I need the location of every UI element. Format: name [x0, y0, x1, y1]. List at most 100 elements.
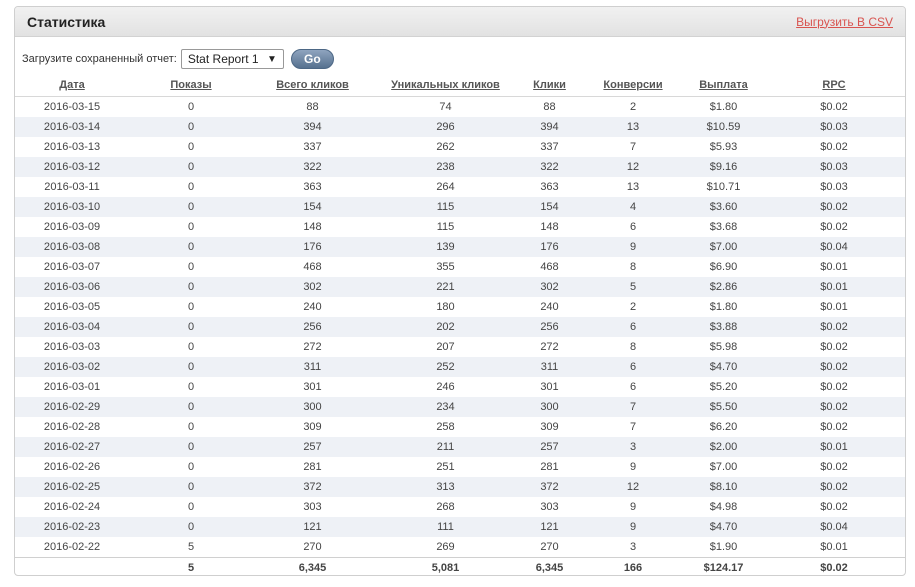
table-row: 2016-02-23 0 121 111 121 9 $4.70 $0.04: [15, 517, 905, 537]
table-cell: 0: [129, 437, 253, 457]
table-cell: $6.90: [709, 261, 738, 273]
table-cell: $0.02: [820, 221, 848, 233]
table-cell: $6.20: [709, 421, 738, 433]
table-cell: $5.93: [709, 141, 738, 153]
table-cell: 309: [303, 421, 322, 433]
table-cell: 7: [629, 421, 637, 433]
table-cell: 0: [187, 381, 195, 393]
table-cell: 8: [629, 261, 637, 273]
table-cell: 251: [436, 461, 455, 473]
statistics-panel: Статистика Выгрузить В CSV Загрузите сох…: [14, 6, 906, 576]
table-cell: 238: [372, 157, 519, 177]
table-cell: 313: [372, 477, 519, 497]
table-cell: 0: [187, 461, 195, 473]
table-cell: 337: [303, 141, 322, 153]
table-cell: 252: [372, 357, 519, 377]
table-cell: 0: [129, 197, 253, 217]
table-cell: 176: [519, 237, 580, 257]
column-header-unique-clicks[interactable]: Уникальных кликов: [372, 74, 519, 97]
table-cell: 0: [187, 101, 195, 113]
table-cell: 240: [540, 301, 559, 313]
table-cell: 0: [187, 261, 195, 273]
export-csv-link[interactable]: Выгрузить В CSV: [796, 15, 893, 29]
table-cell: 0: [187, 341, 195, 353]
go-button[interactable]: Go: [290, 49, 334, 69]
table-cell: $5.98: [709, 341, 738, 353]
table-cell: 2: [629, 101, 637, 113]
table-cell: 269: [436, 541, 455, 553]
report-toolbar: Загрузите сохраненный отчет: Stat Report…: [15, 44, 905, 74]
table-row: 2016-02-28 0 309 258 309 7 $6.20 $0.02: [15, 417, 905, 437]
table-cell: 270: [303, 541, 322, 553]
table-cell: 6: [580, 357, 686, 377]
table-cell: 5: [187, 541, 195, 553]
table-cell: 0: [129, 117, 253, 137]
table-cell: 115: [436, 221, 455, 233]
table-row: 2016-03-10 0 154 115 154 4 $3.60 $0.02: [15, 197, 905, 217]
table-cell: $1.80: [709, 301, 738, 313]
table-cell: 355: [436, 261, 455, 273]
table-cell: 139: [372, 237, 519, 257]
table-cell: $1.90: [709, 541, 738, 553]
table-cell: 88: [543, 101, 556, 113]
column-header-total-clicks[interactable]: Всего кликов: [253, 74, 372, 97]
column-header-clicks[interactable]: Клики: [519, 74, 580, 97]
table-cell: $0.02: [761, 317, 905, 337]
table-cell: 2016-02-25: [15, 477, 129, 497]
table-cell: $0.03: [820, 181, 848, 193]
table-cell: $0.02: [761, 477, 905, 497]
table-cell: 2016-03-04: [15, 317, 129, 337]
table-cell: 2016-02-28: [43, 421, 101, 433]
table-cell: 154: [519, 197, 580, 217]
table-cell: 300: [253, 397, 372, 417]
table-row: 2016-03-15 0 88 74 88 2 $1.80 $0.02: [15, 97, 905, 118]
table-cell: 2016-02-26: [43, 461, 101, 473]
table-cell: $0.01: [761, 437, 905, 457]
table-cell: 207: [436, 341, 455, 353]
table-cell: 3: [629, 541, 637, 553]
table-cell: 2016-03-13: [43, 141, 101, 153]
table-row: 2016-03-03 0 272 207 272 8 $5.98 $0.02: [15, 337, 905, 357]
table-cell: 2016-03-02: [15, 357, 129, 377]
table-cell: $7.00: [686, 237, 761, 257]
table-cell: 9: [629, 501, 637, 513]
table-cell: 9: [580, 517, 686, 537]
table-cell: 256: [253, 317, 372, 337]
table-cell: $3.88: [686, 317, 761, 337]
table-cell: $4.70: [686, 357, 761, 377]
column-header-conversions[interactable]: Конверсии: [580, 74, 686, 97]
table-cell: 262: [436, 141, 455, 153]
table-cell: 372: [253, 477, 372, 497]
table-row: 2016-02-22 5 270 269 270 3 $1.90 $0.01: [15, 537, 905, 558]
total-cell: 6,345: [253, 557, 372, 575]
table-cell: 148: [303, 221, 322, 233]
table-cell: 0: [129, 357, 253, 377]
total-cell: 5: [129, 557, 253, 575]
table-cell: 256: [519, 317, 580, 337]
column-header-date[interactable]: Дата: [15, 74, 129, 97]
table-cell: 74: [439, 101, 452, 113]
table-cell: 281: [540, 461, 559, 473]
table-cell: 0: [129, 157, 253, 177]
table-cell: 0: [129, 477, 253, 497]
table-cell: 6: [629, 381, 637, 393]
column-header-rpc[interactable]: RPC: [761, 74, 905, 97]
table-cell: 2016-03-07: [43, 261, 101, 273]
total-cell: [15, 557, 129, 575]
table-cell: 2016-03-05: [43, 301, 101, 313]
saved-report-select[interactable]: Stat Report 1 ▼: [180, 49, 284, 69]
table-cell: 7: [580, 397, 686, 417]
table-cell: $5.20: [709, 381, 738, 393]
table-cell: 0: [187, 301, 195, 313]
total-cell: 166: [580, 557, 686, 575]
table-row: 2016-02-25 0 372 313 372 12 $8.10 $0.02: [15, 477, 905, 497]
table-cell: $0.01: [761, 277, 905, 297]
dropdown-arrow-icon: ▼: [266, 53, 277, 65]
table-cell: 272: [303, 341, 322, 353]
table-cell: 2016-02-24: [43, 501, 101, 513]
column-header-payout[interactable]: Выплата: [686, 74, 761, 97]
table-cell: 246: [436, 381, 455, 393]
column-header-impressions[interactable]: Показы: [129, 74, 253, 97]
table-row: 2016-02-24 0 303 268 303 9 $4.98 $0.02: [15, 497, 905, 517]
table-cell: 4: [580, 197, 686, 217]
